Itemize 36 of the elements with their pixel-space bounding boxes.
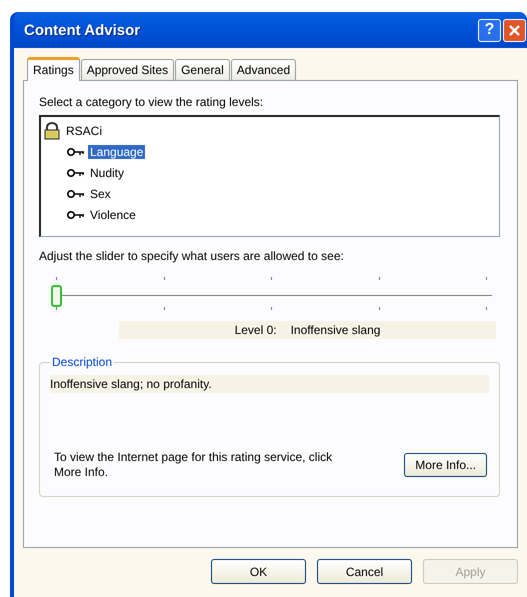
tree-item[interactable]: RSACi	[64, 124, 104, 138]
tab[interactable]: Approved Sites	[80, 59, 174, 80]
tree-item[interactable]: Nudity	[88, 166, 126, 180]
lock-icon	[43, 122, 61, 140]
window-title: Content Advisor	[24, 22, 142, 38]
tick-mark	[486, 277, 487, 280]
slider-thumb[interactable]	[51, 285, 62, 307]
dialog-button[interactable]: OK	[211, 559, 306, 584]
tree-item[interactable]: Violence	[88, 208, 138, 222]
close-button[interactable]	[503, 18, 526, 42]
close-icon	[508, 24, 521, 36]
tab[interactable]: General	[175, 59, 230, 80]
description-text: Inoffensive slang; no profanity.	[50, 375, 489, 393]
level-label: Level 0:	[234, 323, 277, 337]
info-text: To view the Internet page for this rating service, click More Info.	[54, 450, 334, 480]
key-icon	[67, 168, 85, 178]
dialog-button[interactable]: Cancel	[317, 559, 412, 584]
help-button[interactable]: ?	[478, 18, 501, 42]
key-icon	[67, 188, 85, 198]
slider-prompt: Adjust the slider to specify what users are allowed to see:	[39, 249, 345, 263]
tick-mark	[56, 277, 57, 280]
tree-item[interactable]: Sex	[88, 186, 113, 200]
group-legend: Description	[50, 355, 114, 369]
tree-item[interactable]: Language	[88, 144, 146, 158]
key-icon	[67, 146, 85, 156]
level-name: Inoffensive slang	[290, 323, 380, 337]
tick-mark	[56, 307, 57, 310]
tab[interactable]: Advanced	[230, 59, 296, 80]
tick-mark	[271, 307, 272, 310]
key-icon	[67, 210, 85, 220]
tab[interactable]: Ratings	[27, 57, 80, 81]
tick-mark	[271, 277, 272, 280]
slider-track[interactable]	[51, 285, 492, 307]
more-info-button[interactable]: More Info...	[404, 453, 487, 477]
tick-mark	[486, 307, 487, 310]
category-prompt: Select a category to view the rating levels:	[39, 95, 264, 109]
